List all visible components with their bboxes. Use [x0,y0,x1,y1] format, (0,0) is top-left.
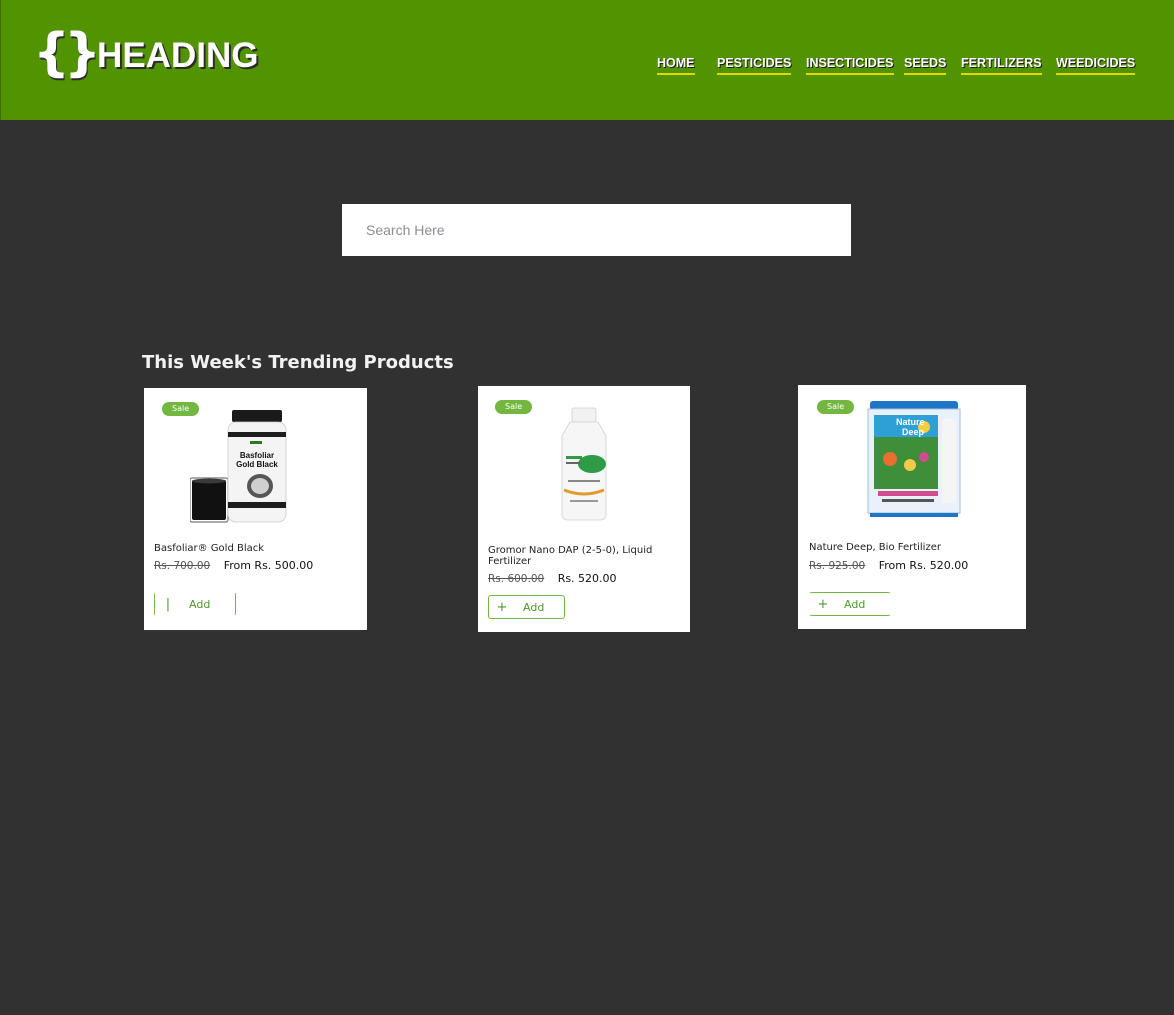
old-price: Rs. 700.00 [154,560,211,572]
search-input[interactable] [342,204,851,256]
sale-badge: Sale [495,400,533,414]
product-card[interactable]: Sale Nature Deep Nature Deep, Bio Fertil… [798,385,1026,629]
nav-seeds[interactable]: SEEDS [904,56,947,75]
product-image[interactable]: Basfoliar Gold Black [190,406,290,526]
add-to-cart-button[interactable]: + Add [809,592,891,616]
product-image[interactable] [554,406,614,522]
price-row: Rs. 600.00 Rs. 520.00 [488,572,617,585]
product-name[interactable]: Nature Deep, Bio Fertilizer [809,542,1019,553]
svg-text:Basfoliar: Basfoliar [240,451,274,460]
new-price: Rs. 520.00 [557,572,617,585]
price-row: Rs. 925.00 From Rs. 520.00 [809,559,968,572]
product-image[interactable]: Nature Deep [866,399,962,519]
add-label: Add [189,597,211,611]
section-title: This Week's Trending Products [142,352,454,373]
product-name[interactable]: Gromor Nano DAP (2-5-0), Liquid Fertiliz… [488,545,678,567]
svg-text:Deep: Deep [902,427,925,437]
old-price: Rs. 925.00 [809,560,866,572]
svg-text:Gold Black: Gold Black [236,460,278,469]
nav-weedicides[interactable]: WEEDICIDES [1056,56,1136,75]
new-price: From Rs. 520.00 [878,559,969,572]
nav-fertilizers[interactable]: FERTILIZERS [961,56,1042,75]
new-price: From Rs. 500.00 [223,559,314,572]
old-price: Rs. 600.00 [488,573,545,585]
add-to-cart-button[interactable]: | Add [154,592,236,616]
nav-home[interactable]: HOME [657,56,695,75]
product-card[interactable]: Sale Basfoliar Gold Black Basfoliar® Gol… [144,388,367,630]
product-card[interactable]: Sale Gromor Nano DAP (2-5-0), Liquid Fer… [478,386,690,632]
add-label: Add [844,597,866,611]
nav-insecticides[interactable]: INSECTICIDES [806,56,894,75]
site-header: {} HEADING HOME PESTICIDES INSECTICIDES … [0,0,1174,120]
price-row: Rs. 700.00 From Rs. 500.00 [154,559,313,572]
main-nav: HOME PESTICIDES INSECTICIDES SEEDS FERTI… [1,56,1174,76]
add-label: Add [523,600,545,614]
product-name[interactable]: Basfoliar® Gold Black [154,543,354,554]
svg-text:Nature: Nature [896,417,925,427]
add-to-cart-button[interactable]: + Add [488,595,565,619]
sale-badge: Sale [817,400,855,414]
nav-pesticides[interactable]: PESTICIDES [717,56,792,75]
add-icon: | [165,596,171,612]
plus-icon: + [496,599,508,615]
plus-icon: + [817,596,829,612]
